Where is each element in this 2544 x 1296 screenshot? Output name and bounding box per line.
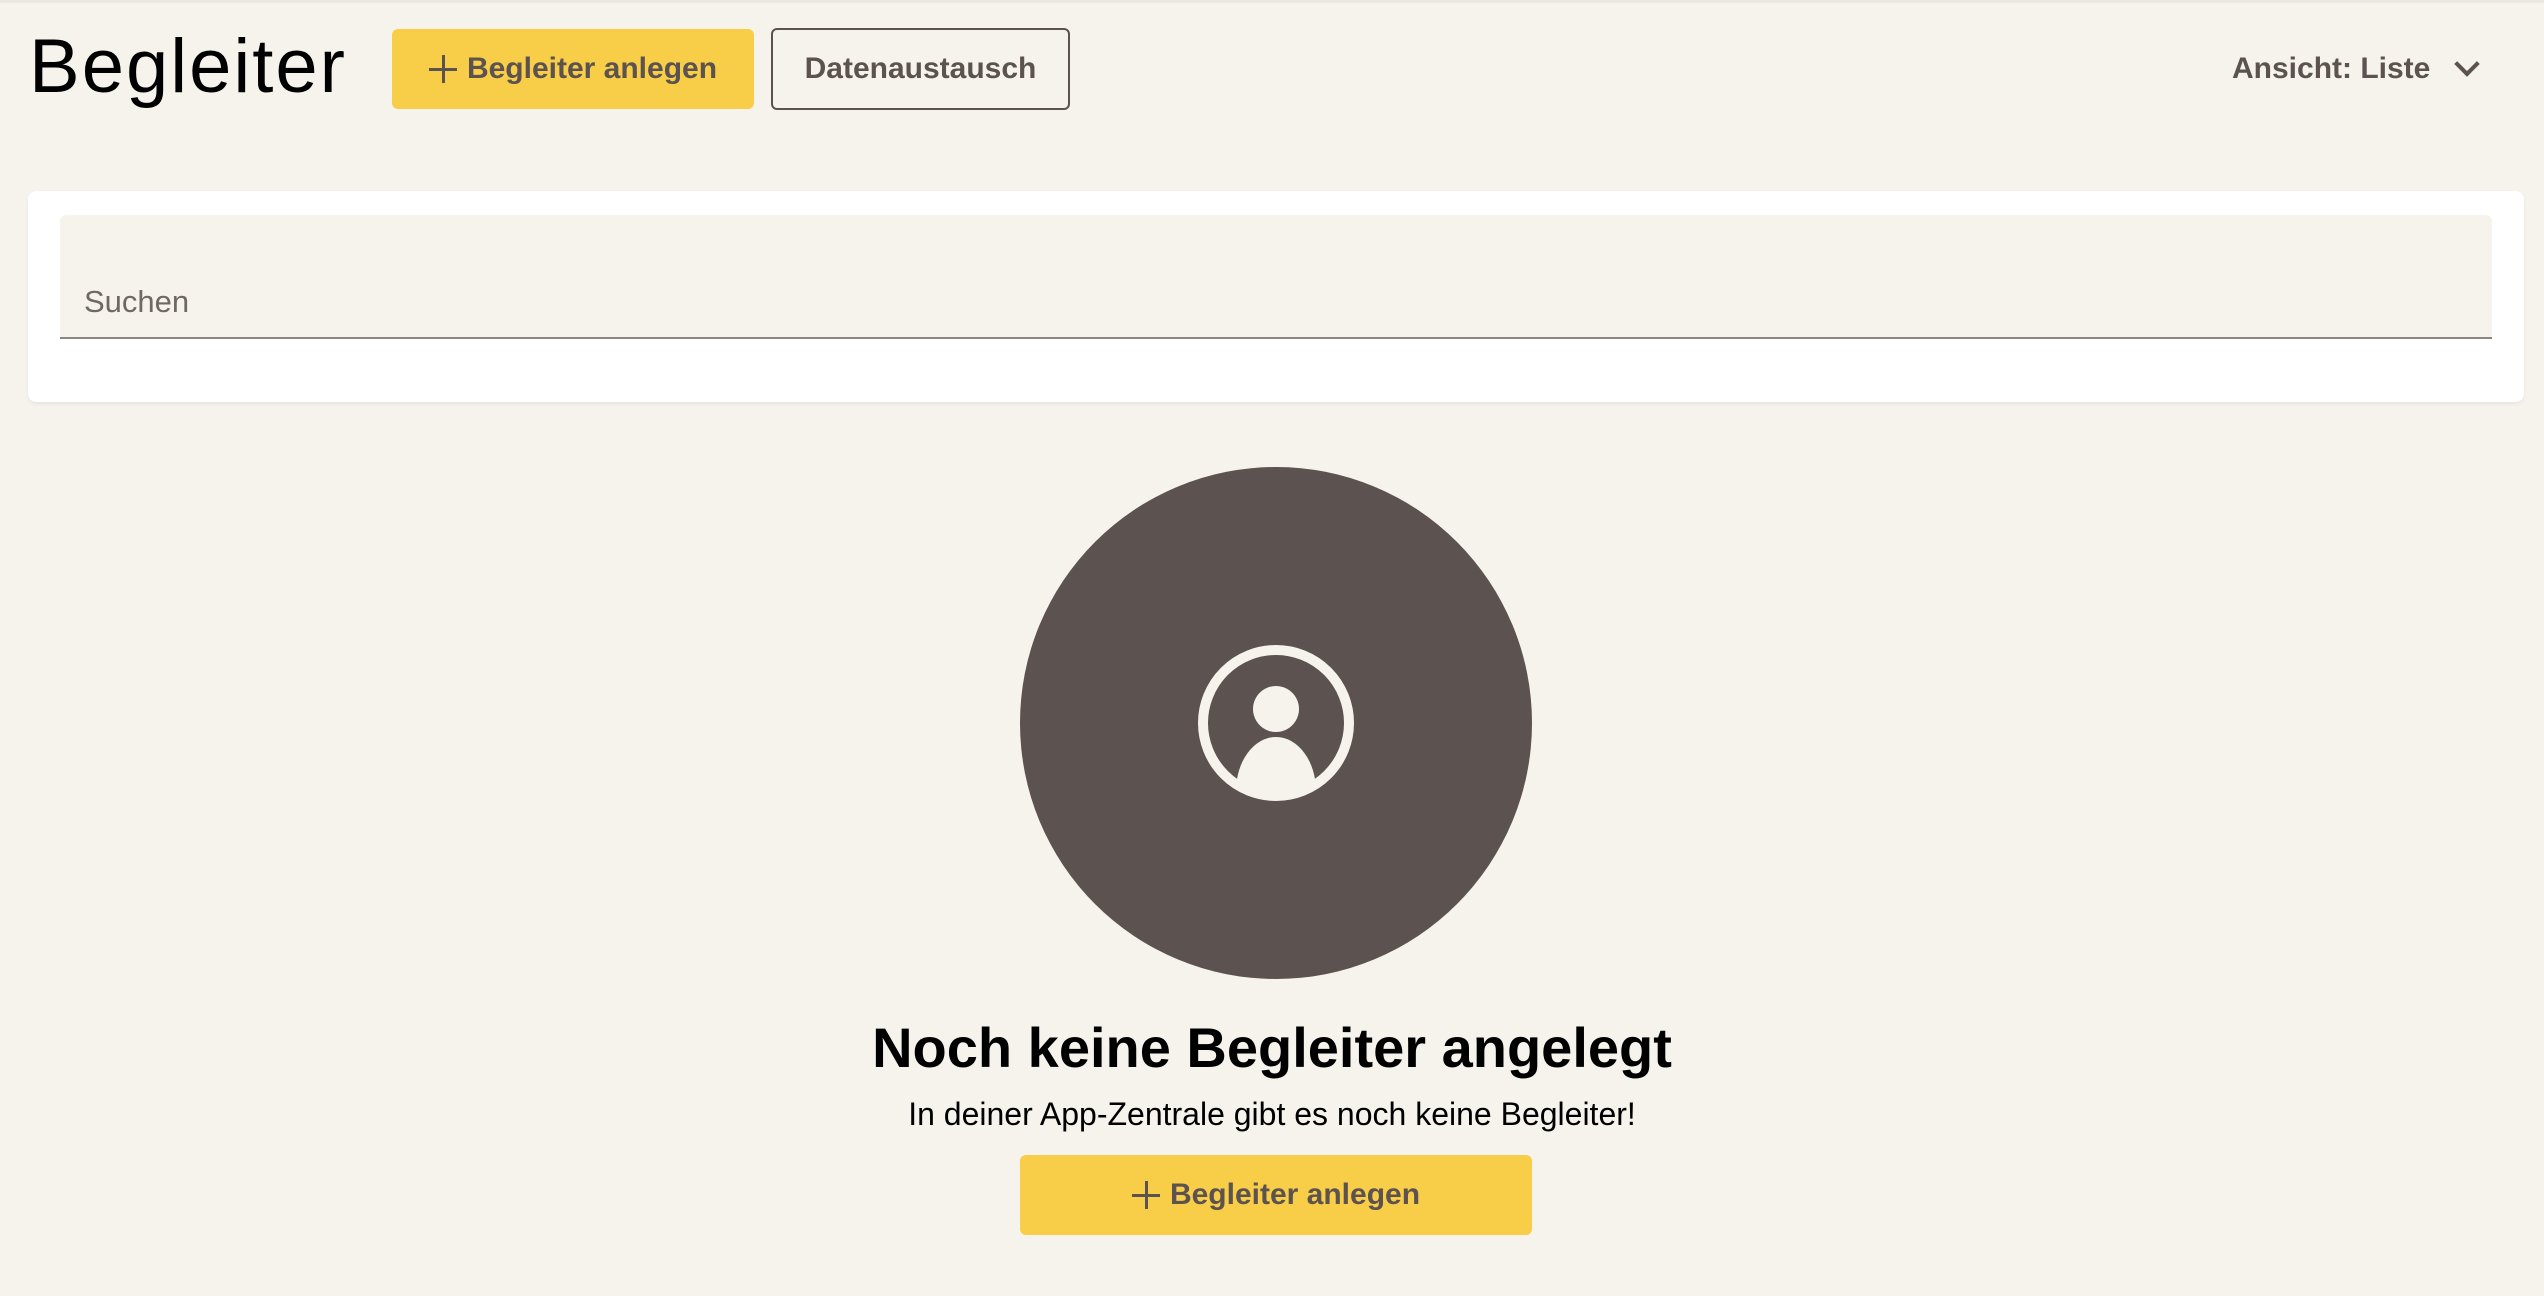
empty-state-add-companion-button-label: Begleiter anlegen bbox=[1169, 1178, 1421, 1211]
empty-state-text: In deiner App-Zentrale gibt es noch kein… bbox=[908, 1096, 1636, 1132]
account-circle-icon bbox=[1198, 645, 1354, 801]
page-header: Begleiter Begleiter anlegen Datenaustaus… bbox=[0, 3, 2544, 133]
plus-icon bbox=[1131, 1181, 1160, 1209]
chevron-down-icon bbox=[2454, 51, 2481, 77]
page: Begleiter Begleiter anlegen Datenaustaus… bbox=[0, 0, 2544, 1296]
view-select[interactable]: Ansicht: Liste bbox=[2232, 43, 2481, 95]
data-exchange-button[interactable]: Datenaustausch bbox=[771, 28, 1070, 110]
add-companion-button[interactable]: Begleiter anlegen bbox=[392, 29, 754, 109]
empty-state-illustration bbox=[1020, 467, 1532, 979]
search-input[interactable] bbox=[60, 215, 2492, 337]
data-exchange-button-label: Datenaustausch bbox=[804, 52, 1037, 85]
search-field[interactable] bbox=[60, 215, 2492, 339]
add-companion-button-label: Begleiter anlegen bbox=[466, 52, 718, 85]
search-card bbox=[28, 191, 2524, 402]
page-title: Begleiter bbox=[29, 24, 347, 109]
empty-state-add-companion-button[interactable]: Begleiter anlegen bbox=[1020, 1155, 1532, 1235]
empty-state-title: Noch keine Begleiter angelegt bbox=[872, 1016, 1672, 1079]
plus-icon bbox=[428, 55, 457, 83]
view-select-label: Ansicht: Liste bbox=[2232, 52, 2431, 85]
